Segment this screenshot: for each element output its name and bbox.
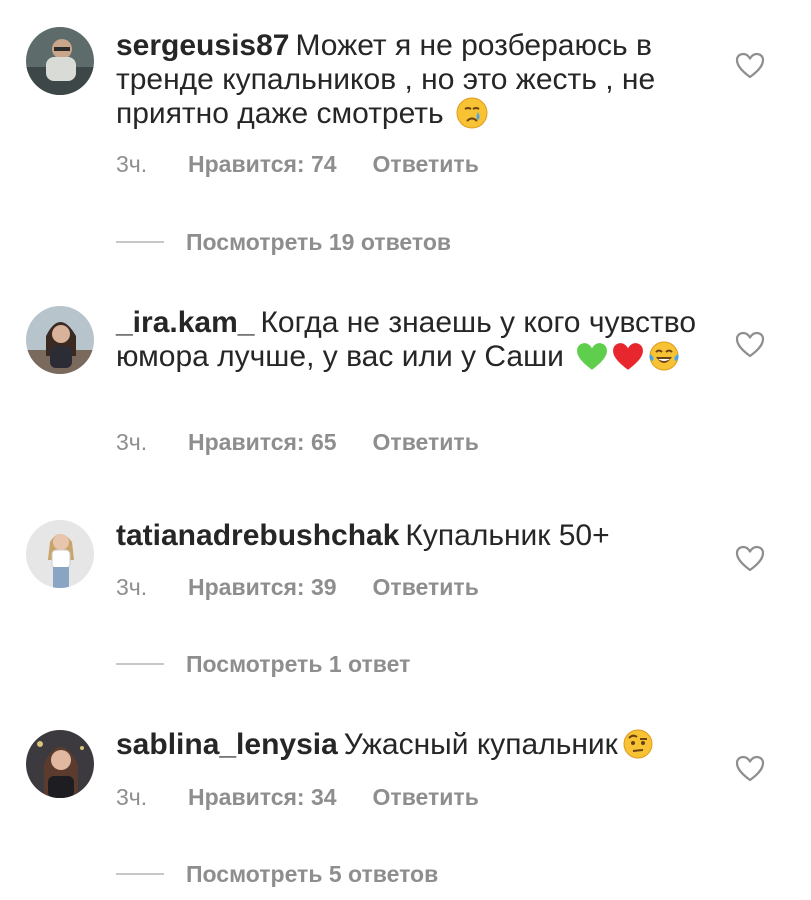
comment-meta: 3ч. Нравится: 34 Ответить — [116, 783, 479, 811]
avatar[interactable] — [26, 520, 94, 588]
view-replies-button[interactable]: Посмотреть 19 ответов — [116, 228, 451, 256]
comment-meta: 3ч. Нравится: 39 Ответить — [116, 573, 479, 601]
view-replies-label: Посмотреть 1 ответ — [186, 651, 411, 677]
divider-line — [116, 872, 164, 875]
comment-text: _ira.kam_ Когда не знаешь у кого чувство … — [116, 306, 706, 380]
reply-button[interactable]: Ответить — [373, 150, 479, 178]
view-replies-label: Посмотреть 5 ответов — [186, 861, 439, 887]
avatar[interactable] — [26, 730, 94, 798]
face-with-raised-eyebrow-icon — [622, 728, 654, 768]
heart-outline-icon[interactable] — [735, 755, 765, 783]
comment-time: 3ч. — [116, 429, 148, 455]
comment-likes[interactable]: Нравится: 34 — [188, 783, 337, 811]
view-replies-label: Посмотреть 19 ответов — [186, 229, 452, 255]
comment-username[interactable]: sergeusis87 — [116, 29, 289, 62]
tears-of-joy-icon — [648, 340, 680, 380]
comment-body: Купальник 50+ — [405, 519, 610, 552]
comment-likes[interactable]: Нравится: 39 — [188, 573, 337, 601]
comment-body: Ужасный купальник — [343, 728, 618, 761]
comment-username[interactable]: tatianadrebushchak — [116, 519, 399, 552]
comment-username[interactable]: sablina_lenysia — [116, 728, 338, 761]
comment-time: 3ч. — [116, 784, 148, 810]
heart-outline-icon[interactable] — [735, 545, 765, 573]
comment-likes[interactable]: Нравится: 65 — [188, 428, 337, 456]
avatar[interactable] — [26, 27, 94, 95]
avatar[interactable] — [26, 306, 94, 374]
reply-button[interactable]: Ответить — [373, 783, 479, 811]
heart-outline-icon[interactable] — [735, 52, 765, 80]
view-replies-button[interactable]: Посмотреть 5 ответов — [116, 860, 438, 888]
reply-button[interactable]: Ответить — [373, 428, 479, 456]
comment-time: 3ч. — [116, 151, 148, 177]
comment-username[interactable]: _ira.kam_ — [116, 306, 254, 339]
comment-text: sergeusis87 Может я не розбераюсь в тренд… — [116, 29, 706, 137]
divider-line — [116, 662, 164, 665]
crying-face-icon — [456, 97, 488, 137]
comment-text: tatianadrebushchak Купальник 50+ — [116, 519, 706, 553]
comment-likes[interactable]: Нравится: 74 — [188, 150, 337, 178]
red-heart-icon — [612, 342, 644, 380]
comment-meta: 3ч. Нравится: 65 Ответить — [116, 428, 479, 456]
divider-line — [116, 240, 164, 243]
reply-button[interactable]: Ответить — [373, 573, 479, 601]
comment-text: sablina_lenysia Ужасный купальник — [116, 728, 706, 768]
heart-outline-icon[interactable] — [735, 331, 765, 359]
green-heart-icon — [576, 342, 608, 380]
view-replies-button[interactable]: Посмотреть 1 ответ — [116, 650, 410, 678]
comment-time: 3ч. — [116, 574, 148, 600]
comment-meta: 3ч. Нравится: 74 Ответить — [116, 150, 479, 178]
